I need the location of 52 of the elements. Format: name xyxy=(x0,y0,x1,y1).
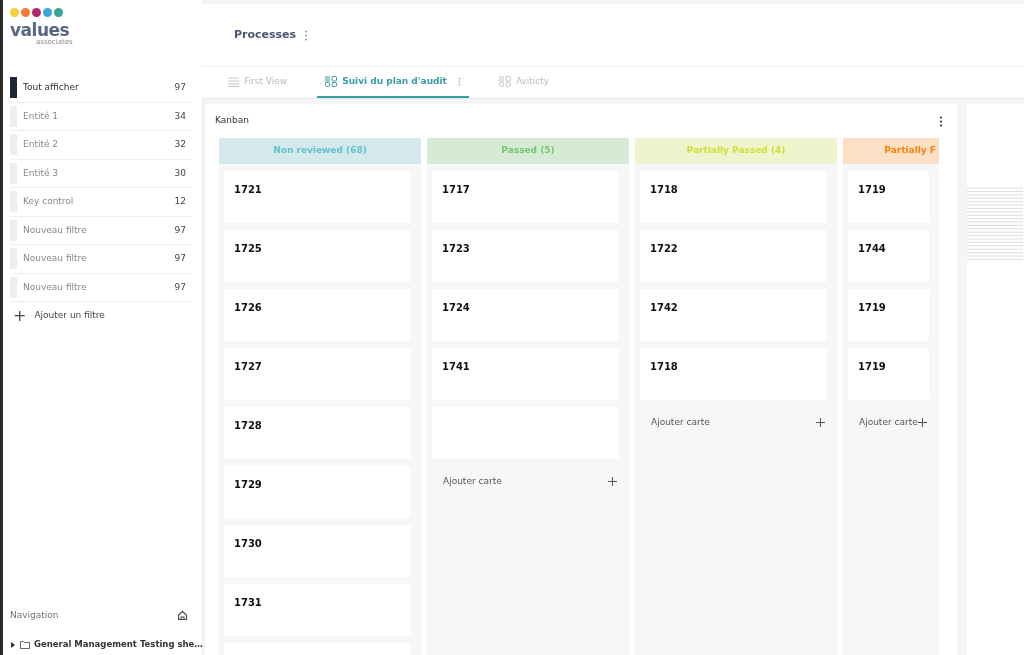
tree-item[interactable]: General Management Testing she… xyxy=(34,638,203,651)
kanban-card[interactable]: 1741 xyxy=(432,348,619,400)
filter-item[interactable]: Key control 12 xyxy=(10,188,192,217)
plus-icon[interactable] xyxy=(816,418,825,428)
kanban-card[interactable]: 1726 xyxy=(224,289,411,341)
section-title: Navigation xyxy=(10,608,59,622)
grid-icon xyxy=(498,76,511,87)
kanban-card[interactable]: 1721 xyxy=(224,171,411,223)
filter-item[interactable]: Nouveau filtre 97 xyxy=(10,216,192,246)
logo-text: values xyxy=(10,21,70,39)
filter-item[interactable]: Nouveau filtre 97 xyxy=(10,245,192,274)
page-title: Processes xyxy=(234,26,297,43)
kanban-card[interactable]: 1719 xyxy=(848,348,929,400)
add-card-link[interactable]: Ajouter carte xyxy=(859,416,918,430)
kanban-card[interactable]: 1744 xyxy=(848,230,929,282)
column-header: Partially Passed (4) xyxy=(635,138,837,164)
kanban-card[interactable]: 1719 xyxy=(848,289,929,341)
filter-item[interactable]: Tout afficher 97 xyxy=(10,74,192,103)
add-card-link[interactable]: Ajouter carte xyxy=(443,475,502,489)
list-icon xyxy=(228,76,239,87)
kanban-card[interactable]: 1730 xyxy=(224,525,411,577)
kanban-card[interactable]: 1717 xyxy=(432,171,619,223)
kanban-card[interactable]: 1719 xyxy=(848,171,929,223)
column-header: Non reviewed (68) xyxy=(219,138,421,164)
kanban-card[interactable]: 1718 xyxy=(640,171,827,223)
plus-icon[interactable] xyxy=(608,477,617,487)
kanban-card[interactable]: 1727 xyxy=(224,348,411,400)
add-filter-link[interactable]: + Ajouter un filtre xyxy=(10,302,192,331)
filter-item[interactable]: Entité 2 32 xyxy=(10,131,192,160)
kanban-card[interactable]: 1725 xyxy=(224,230,411,282)
kanban-card[interactable]: 1728 xyxy=(224,407,411,459)
panel-title: Kanban xyxy=(215,114,249,128)
folder-icon xyxy=(20,640,30,649)
kanban-card[interactable]: 1729 xyxy=(224,466,411,518)
logo-dots-icon xyxy=(10,8,63,17)
filter-item[interactable]: Nouveau filtre 97 xyxy=(10,273,192,303)
kanban-card[interactable]: 1723 xyxy=(432,230,619,282)
caret-icon[interactable] xyxy=(10,641,16,648)
kanban-card[interactable]: 1742 xyxy=(640,289,827,341)
grid-icon xyxy=(325,76,338,87)
kanban-card[interactable]: 1722 xyxy=(640,230,827,282)
column-header: Passed (5) xyxy=(427,138,629,164)
column-header: Partially F xyxy=(843,138,939,164)
more-icon[interactable] xyxy=(939,115,943,127)
kanban-card[interactable]: 1718 xyxy=(640,348,827,400)
filter-item[interactable]: Entité 1 34 xyxy=(10,102,192,132)
home-icon[interactable] xyxy=(177,610,188,621)
kanban-card[interactable]: 1731 xyxy=(224,584,411,636)
add-card-link[interactable]: Ajouter carte xyxy=(651,416,710,430)
kanban-card[interactable]: 1724 xyxy=(432,289,619,341)
filter-item[interactable]: Entité 3 30 xyxy=(10,159,192,189)
plus-icon[interactable] xyxy=(918,418,927,428)
